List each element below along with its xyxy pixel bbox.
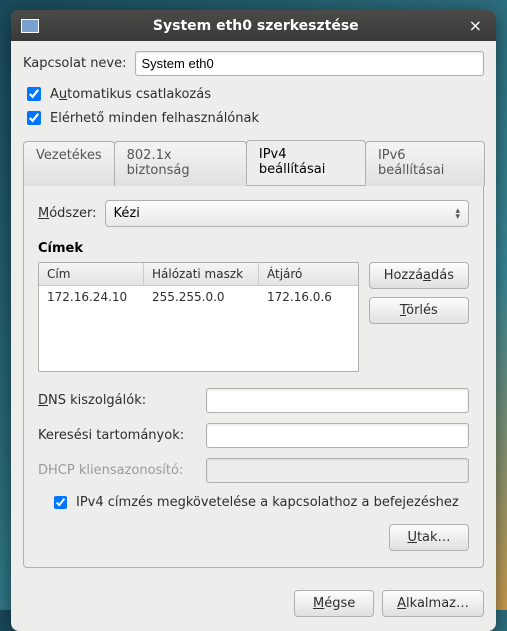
tab-security[interactable]: 802.1x biztonság [114,141,247,186]
content: Kapcsolat neve: Automatikus csatlakozás … [11,41,496,580]
search-domains-label: Keresési tartományok: [38,428,198,443]
tab-wired[interactable]: Vezetékes [23,141,115,186]
connection-name-label: Kapcsolat neve: [23,56,127,71]
addresses-table[interactable]: Cím Hálózati maszk Átjáró 172.16.24.10 2… [38,262,359,372]
available-all-checkbox[interactable] [27,111,41,125]
cell-netmask: 255.255.0.0 [144,286,259,308]
dns-label: DNS kiszolgálók: [38,393,198,408]
titlebar[interactable]: System eth0 szerkesztése × [11,10,496,41]
cell-gateway: 172.16.0.6 [259,286,358,308]
search-domains-input[interactable] [206,423,469,448]
window: System eth0 szerkesztése × Kapcsolat nev… [11,10,496,631]
network-icon [21,19,39,33]
table-row[interactable]: 172.16.24.10 255.255.0.0 172.16.0.6 [39,286,358,308]
available-all-label: Elérhető minden felhasználónak [50,111,259,126]
connection-name-input[interactable] [135,51,484,76]
ipv4-panel: Módszer: Kézi ▴▾ Címek Cím Hálózati masz… [23,186,484,568]
dhcp-client-id-label: DHCP kliensazonosító: [38,463,198,478]
auto-connect-label: Automatikus csatlakozás [50,87,211,102]
delete-button[interactable]: Törlés [369,297,469,324]
window-title: System eth0 szerkesztése [47,18,465,34]
dhcp-client-id-input [206,458,469,483]
header-address[interactable]: Cím [39,263,144,285]
addresses-label: Címek [38,241,469,256]
tab-ipv6[interactable]: IPv6 beállításai [365,141,485,186]
table-header: Cím Hálózati maszk Átjáró [39,263,358,286]
add-button[interactable]: Hozzáadás [369,262,469,289]
require-ipv4-checkbox[interactable] [54,496,67,509]
routes-button[interactable]: Utak… [389,524,469,551]
tabs: Vezetékes 802.1x biztonság IPv4 beállítá… [23,140,484,186]
header-gateway[interactable]: Átjáró [259,263,358,285]
footer: Mégse Alkalmaz… [11,580,496,631]
close-icon[interactable]: × [465,16,486,35]
cancel-button[interactable]: Mégse [294,590,374,617]
chevron-updown-icon: ▴▾ [455,208,460,220]
tab-ipv4[interactable]: IPv4 beállításai [246,140,366,185]
header-netmask[interactable]: Hálózati maszk [144,263,259,285]
require-ipv4-label: IPv4 címzés megkövetelése a kapcsolathoz… [76,495,459,510]
apply-button[interactable]: Alkalmaz… [382,590,484,617]
cell-address: 172.16.24.10 [39,286,144,308]
dns-input[interactable] [206,388,469,413]
method-combo[interactable]: Kézi ▴▾ [105,200,469,227]
method-label: Módszer: [38,206,97,221]
auto-connect-checkbox[interactable] [27,87,41,101]
method-value: Kézi [114,206,456,221]
